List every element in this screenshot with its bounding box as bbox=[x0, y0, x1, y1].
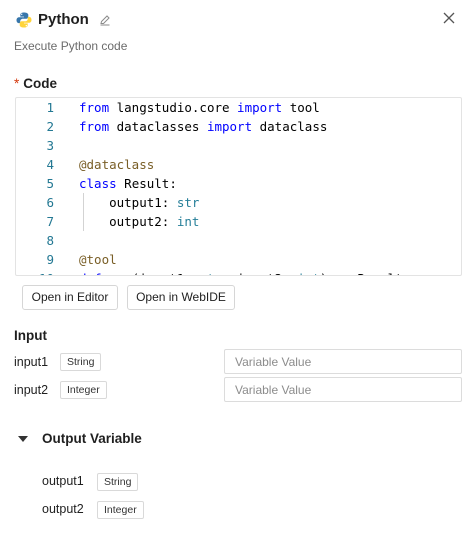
line-number: 7 bbox=[46, 214, 54, 229]
code-token: from bbox=[79, 100, 110, 115]
line-number: 1 bbox=[46, 100, 54, 115]
line-number: 9 bbox=[46, 252, 54, 267]
code-token: @dataclass bbox=[79, 157, 155, 172]
code-text: class Result: bbox=[79, 174, 177, 193]
input-type-badge: Integer bbox=[60, 381, 107, 399]
output-name-output2: output2 bbox=[42, 502, 84, 516]
output-type-badge: Integer bbox=[97, 501, 144, 519]
line-number: 2 bbox=[46, 119, 54, 134]
code-token: , input2: bbox=[222, 271, 297, 275]
input1-value-field[interactable] bbox=[224, 349, 462, 374]
code-text: from dataclasses import dataclass bbox=[79, 117, 327, 136]
line-number: 5 bbox=[46, 176, 54, 191]
edit-title-icon[interactable] bbox=[99, 14, 111, 26]
close-icon[interactable] bbox=[442, 11, 456, 25]
code-text: @tool bbox=[79, 250, 117, 269]
code-token: int bbox=[297, 271, 320, 275]
output-section-title: Output Variable bbox=[42, 431, 142, 446]
input-name-input1: input1 bbox=[14, 355, 49, 369]
line-number: 10 bbox=[16, 269, 54, 275]
code-label: Code bbox=[23, 76, 58, 91]
line-number: 3 bbox=[46, 138, 54, 153]
code-token: langstudio.core bbox=[109, 100, 238, 115]
open-in-webide-button[interactable]: Open in WebIDE bbox=[127, 285, 235, 310]
output-type-badge: String bbox=[97, 473, 139, 491]
code-token: import bbox=[206, 119, 253, 134]
code-token: run(input1: bbox=[102, 271, 200, 275]
input-section-title: Input bbox=[14, 328, 47, 343]
code-line: 5 class Result: bbox=[16, 174, 461, 193]
code-line: 6 output1: str bbox=[16, 193, 461, 212]
code-token: class bbox=[79, 176, 117, 191]
code-token: dataclass bbox=[252, 119, 328, 134]
code-token: int bbox=[176, 214, 200, 229]
code-token: ) -> Result: bbox=[320, 271, 410, 275]
node-header: Python bbox=[14, 10, 460, 32]
output-name-output1: output1 bbox=[42, 474, 84, 488]
code-token: from bbox=[79, 119, 110, 134]
code-text: output1: str bbox=[79, 193, 199, 212]
code-line: 3 bbox=[16, 136, 461, 155]
code-token: dataclasses bbox=[109, 119, 207, 134]
code-line: 2 from dataclasses import dataclass bbox=[16, 117, 461, 136]
code-token: tool bbox=[282, 100, 320, 115]
code-token: import bbox=[237, 100, 283, 115]
code-text: output2: int bbox=[79, 212, 199, 231]
code-token: Result: bbox=[116, 176, 177, 191]
open-in-editor-button[interactable]: Open in Editor bbox=[22, 285, 118, 310]
code-token: output2: bbox=[79, 214, 177, 229]
code-token: def bbox=[79, 271, 102, 275]
node-title: Python bbox=[38, 11, 89, 28]
python-logo-icon bbox=[16, 12, 32, 28]
input-type-badge: String bbox=[60, 353, 102, 371]
code-text: @dataclass bbox=[79, 155, 154, 174]
code-text: def run(input1: str, input2: int) -> Res… bbox=[79, 269, 410, 275]
code-token: output1: bbox=[79, 195, 177, 210]
node-description: Execute Python code bbox=[14, 39, 128, 53]
code-text: from langstudio.core import tool bbox=[79, 98, 320, 117]
code-line: 10 def run(input1: str, input2: int) -> R… bbox=[16, 269, 461, 275]
line-number: 8 bbox=[46, 233, 54, 248]
caret-down-icon bbox=[18, 436, 28, 442]
input2-value-field[interactable] bbox=[224, 377, 462, 402]
code-line: 7 output2: int bbox=[16, 212, 461, 231]
code-token: @tool bbox=[79, 252, 117, 267]
required-mark: * bbox=[14, 76, 20, 91]
output-variable-toggle[interactable]: Output Variable bbox=[18, 431, 218, 447]
code-line: 9 @tool bbox=[16, 250, 461, 269]
code-token: str bbox=[176, 195, 200, 210]
code-line: 4 @dataclass bbox=[16, 155, 461, 174]
code-line: 1 from langstudio.core import tool bbox=[16, 98, 461, 117]
input-name-input2: input2 bbox=[14, 383, 49, 397]
line-number: 4 bbox=[46, 157, 54, 172]
code-token: str bbox=[199, 271, 222, 275]
line-number: 6 bbox=[46, 195, 54, 210]
code-line: 8 bbox=[16, 231, 461, 250]
code-editor[interactable]: 1 from langstudio.core import tool 2 from d… bbox=[15, 97, 462, 276]
code-section-title: * Code bbox=[14, 76, 57, 91]
